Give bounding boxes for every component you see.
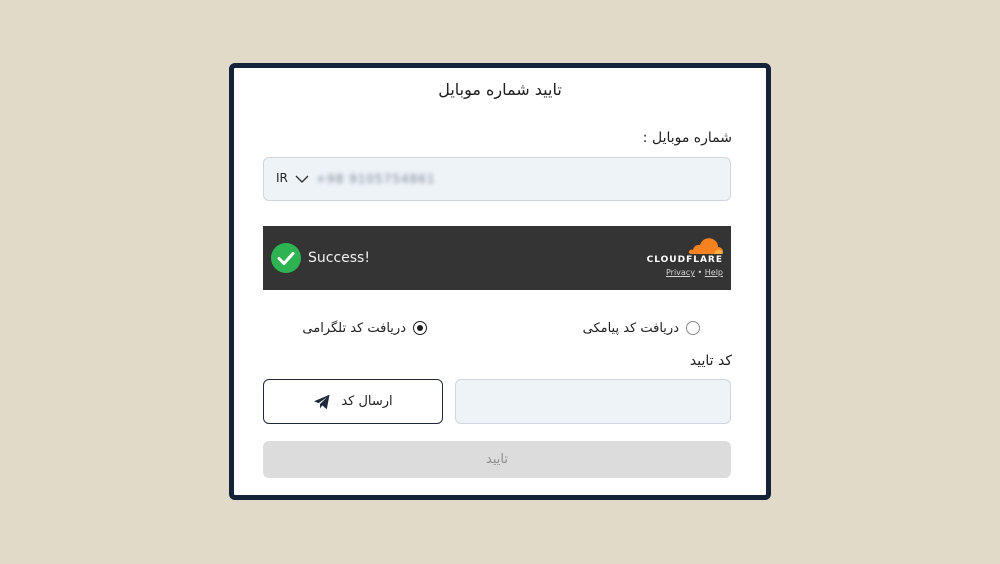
chevron-down-icon[interactable] — [294, 171, 310, 187]
verification-code-input[interactable] — [455, 379, 731, 424]
send-code-label[interactable]: ارسال کد — [341, 394, 392, 409]
privacy-link[interactable]: Privacy — [666, 268, 695, 277]
success-check-icon — [271, 243, 301, 273]
cloudflare-links: Privacy • Help — [666, 268, 723, 277]
captcha-status: Success! — [308, 250, 370, 266]
sms-radio[interactable] — [686, 321, 700, 335]
sms-option-label[interactable]: دریافت کد پیامکی — [583, 321, 679, 336]
link-separator: • — [697, 268, 703, 277]
code-label: کد تایید — [689, 353, 732, 369]
mobile-label: شماره موبایل : — [642, 130, 732, 146]
verify-card: تایید شماره موبایل شماره موبایل : IR +98… — [229, 63, 771, 500]
telegram-radio[interactable] — [413, 321, 427, 335]
telegram-option-label[interactable]: دریافت کد تلگرامی — [302, 321, 406, 336]
send-code-button[interactable]: ارسال کد — [263, 379, 443, 424]
cloudflare-brand: CLOUDFLARE — [646, 255, 723, 265]
phone-number-value[interactable]: +98 9105754861 — [316, 172, 436, 186]
help-link[interactable]: Help — [705, 268, 723, 277]
cloudflare-logo-icon — [688, 238, 724, 254]
telegram-send-icon[interactable] — [313, 393, 331, 411]
country-code[interactable]: IR — [276, 171, 288, 185]
sms-option[interactable]: دریافت کد پیامکی — [583, 318, 700, 338]
cloudflare-captcha: Success! CLOUDFLARE Privacy • Help — [263, 226, 731, 290]
telegram-option[interactable]: دریافت کد تلگرامی — [302, 318, 427, 338]
confirm-button[interactable]: تایید — [263, 441, 731, 478]
page-title: تایید شماره موبایل — [438, 80, 562, 99]
phone-field[interactable]: IR +98 9105754861 — [263, 157, 731, 201]
